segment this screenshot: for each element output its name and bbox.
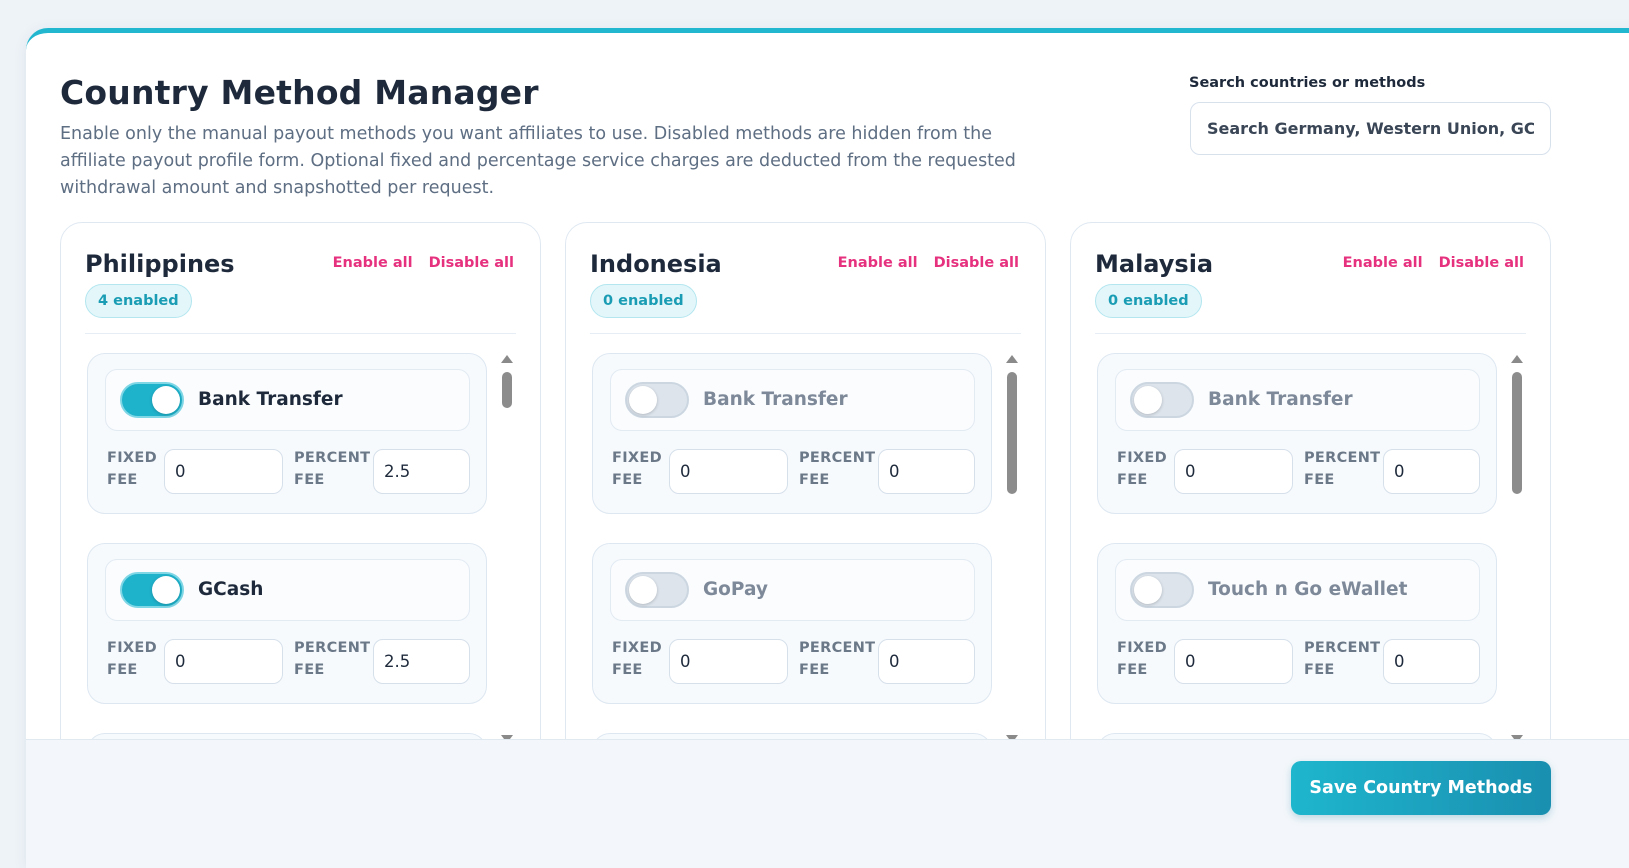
method-item: GCash FIXED FEE PERCENT FEE: [87, 543, 487, 704]
disable-all-link[interactable]: Disable all: [934, 255, 1019, 271]
method-enabled-toggle[interactable]: [1130, 382, 1194, 418]
enabled-count-badge: 0 enabled: [1095, 284, 1202, 318]
method-item: Bank Transfer FIXED FEE PERCENT FEE: [87, 353, 487, 514]
method-toggle-row: Bank Transfer: [105, 369, 470, 431]
enable-all-link[interactable]: Enable all: [838, 255, 918, 271]
scroll-thumb[interactable]: [1512, 372, 1522, 494]
toggle-knob: [629, 386, 657, 414]
footer-bar: Save Country Methods: [26, 739, 1629, 868]
toggle-knob: [629, 576, 657, 604]
country-method-manager-panel: Country Method Manager Enable only the m…: [26, 28, 1629, 868]
scroll-up-arrow-icon[interactable]: [1006, 355, 1018, 363]
methods-scrollbar[interactable]: [1005, 355, 1019, 743]
fixed-fee-input[interactable]: [669, 639, 788, 684]
country-name: Indonesia: [590, 250, 722, 278]
method-enabled-toggle[interactable]: [120, 382, 184, 418]
disable-all-link[interactable]: Disable all: [429, 255, 514, 271]
search-label: Search countries or methods: [1189, 75, 1426, 91]
enable-all-link[interactable]: Enable all: [333, 255, 413, 271]
fixed-fee-input[interactable]: [164, 449, 283, 494]
percent-fee-input[interactable]: [878, 639, 975, 684]
percent-fee-input[interactable]: [1383, 639, 1480, 684]
disable-all-link[interactable]: Disable all: [1439, 255, 1524, 271]
scroll-up-arrow-icon[interactable]: [1511, 355, 1523, 363]
percent-fee-label: PERCENT FEE: [799, 450, 876, 488]
method-name: GCash: [198, 579, 264, 600]
toggle-knob: [1134, 386, 1162, 414]
fixed-fee-label: FIXED FEE: [612, 640, 662, 678]
method-toggle-row: GoPay: [610, 559, 975, 621]
page-title: Country Method Manager: [60, 73, 539, 112]
methods-scrollbar[interactable]: [1510, 355, 1524, 743]
percent-fee-label: PERCENT FEE: [294, 450, 371, 488]
country-actions: Enable all Disable all: [333, 255, 514, 271]
fixed-fee-input[interactable]: [1174, 449, 1293, 494]
scroll-thumb[interactable]: [1007, 372, 1017, 494]
fixed-fee-input[interactable]: [1174, 639, 1293, 684]
method-enabled-toggle[interactable]: [625, 382, 689, 418]
percent-fee-label: PERCENT FEE: [1304, 640, 1381, 678]
method-toggle-row: Touch n Go eWallet: [1115, 559, 1480, 621]
method-name: Bank Transfer: [703, 389, 848, 410]
method-enabled-toggle[interactable]: [1130, 572, 1194, 608]
method-item: Touch n Go eWallet FIXED FEE PERCENT FEE: [1097, 543, 1497, 704]
methods-scrollbar[interactable]: [500, 355, 514, 743]
fixed-fee-input[interactable]: [669, 449, 788, 494]
fixed-fee-label: FIXED FEE: [612, 450, 662, 488]
toggle-knob: [152, 386, 180, 414]
fixed-fee-input[interactable]: [164, 639, 283, 684]
toggle-knob: [152, 576, 180, 604]
method-item: GoPay FIXED FEE PERCENT FEE: [592, 543, 992, 704]
percent-fee-label: PERCENT FEE: [1304, 450, 1381, 488]
enabled-count-badge: 0 enabled: [590, 284, 697, 318]
method-item: Bank Transfer FIXED FEE PERCENT FEE: [1097, 353, 1497, 514]
search-input[interactable]: [1190, 102, 1551, 155]
toggle-knob: [1134, 576, 1162, 604]
method-name: Touch n Go eWallet: [1208, 579, 1408, 600]
enabled-count-badge: 4 enabled: [85, 284, 192, 318]
method-toggle-row: GCash: [105, 559, 470, 621]
method-name: GoPay: [703, 579, 768, 600]
method-enabled-toggle[interactable]: [625, 572, 689, 608]
percent-fee-input[interactable]: [373, 639, 470, 684]
fixed-fee-label: FIXED FEE: [1117, 640, 1167, 678]
country-name: Malaysia: [1095, 250, 1214, 278]
method-toggle-row: Bank Transfer: [610, 369, 975, 431]
card-divider: [590, 333, 1021, 334]
percent-fee-input[interactable]: [878, 449, 975, 494]
scroll-up-arrow-icon[interactable]: [501, 355, 513, 363]
page-description: Enable only the manual payout methods yo…: [60, 124, 1016, 198]
country-actions: Enable all Disable all: [1343, 255, 1524, 271]
country-actions: Enable all Disable all: [838, 255, 1019, 271]
enable-all-link[interactable]: Enable all: [1343, 255, 1423, 271]
country-name: Philippines: [85, 250, 235, 278]
save-country-methods-button[interactable]: Save Country Methods: [1291, 761, 1551, 815]
method-item: Bank Transfer FIXED FEE PERCENT FEE: [592, 353, 992, 514]
card-divider: [1095, 333, 1526, 334]
percent-fee-input[interactable]: [1383, 449, 1480, 494]
percent-fee-input[interactable]: [373, 449, 470, 494]
method-name: Bank Transfer: [198, 389, 343, 410]
percent-fee-label: PERCENT FEE: [294, 640, 371, 678]
method-toggle-row: Bank Transfer: [1115, 369, 1480, 431]
method-enabled-toggle[interactable]: [120, 572, 184, 608]
fixed-fee-label: FIXED FEE: [107, 640, 157, 678]
method-name: Bank Transfer: [1208, 389, 1353, 410]
scroll-thumb[interactable]: [502, 372, 512, 408]
fixed-fee-label: FIXED FEE: [1117, 450, 1167, 488]
card-divider: [85, 333, 516, 334]
percent-fee-label: PERCENT FEE: [799, 640, 876, 678]
fixed-fee-label: FIXED FEE: [107, 450, 157, 488]
